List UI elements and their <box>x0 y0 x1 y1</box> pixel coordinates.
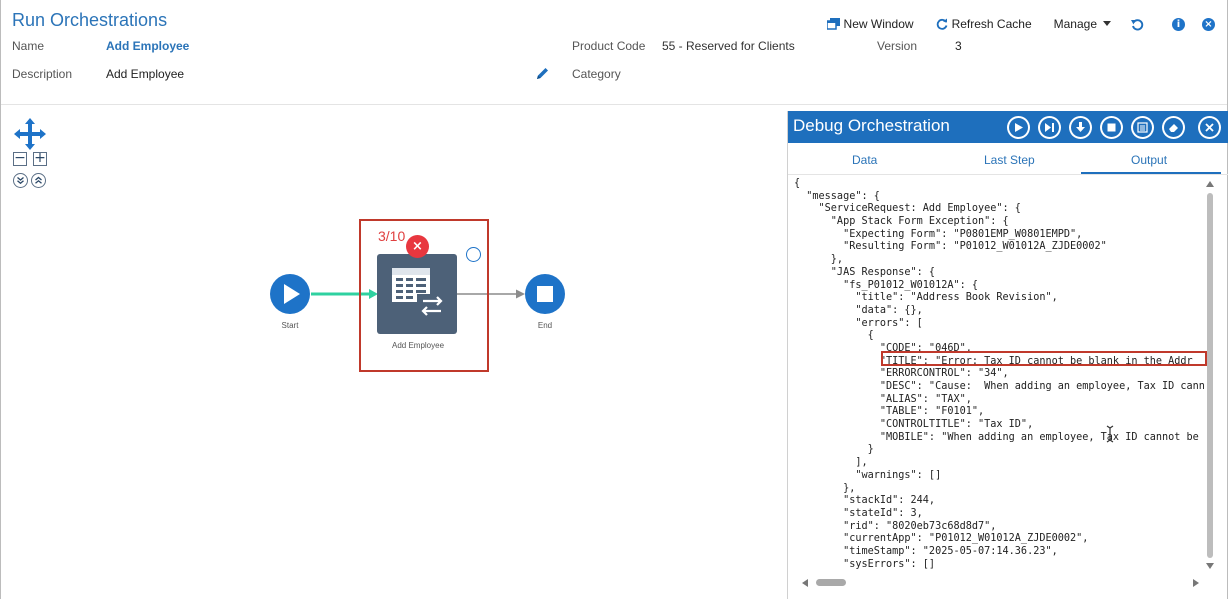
debug-panel: Debug Orchestration Data Last Step Outpu… <box>787 111 1228 599</box>
end-node[interactable] <box>525 274 565 314</box>
vertical-scrollbar-thumb[interactable] <box>1207 193 1213 558</box>
output-line: "ERRORCONTROL": "34", <box>794 368 1009 380</box>
output-line: "MOBILE": "When adding an employee, Tax … <box>794 431 1199 443</box>
header-toolbar: New Window Refresh Cache Manage i × <box>805 15 1215 33</box>
horizontal-scrollbar-thumb[interactable] <box>816 579 846 586</box>
debug-stop-button[interactable] <box>1100 116 1123 139</box>
play-icon <box>1015 123 1023 132</box>
output-line: "TABLE": "F0101", <box>794 406 985 418</box>
output-line: "message": { <box>794 190 880 202</box>
title-error-highlight <box>881 351 1207 366</box>
output-line: ], <box>794 457 868 469</box>
manage-label: Manage <box>1053 17 1097 31</box>
output-line: "stackId": 244, <box>794 495 936 507</box>
output-line: "title": "Address Book Revision", <box>794 292 1058 304</box>
output-line: "DESC": "Cause: When adding an employee,… <box>794 381 1205 392</box>
manage-menu[interactable]: Manage <box>1054 17 1111 31</box>
tab-last-step[interactable]: Last Step <box>984 153 1035 167</box>
output-line: "rid": "8020eb73c68d8d7", <box>794 520 997 532</box>
new-window-label: New Window <box>843 17 914 31</box>
scroll-left-arrow-icon[interactable] <box>801 578 809 588</box>
output-line: "Expecting Form": "P0801EMP_W0801EMPD", <box>794 228 1083 240</box>
stop-icon <box>1107 123 1116 132</box>
reload-button[interactable] <box>1131 18 1144 31</box>
output-line: }, <box>794 254 844 266</box>
debug-step-over-button[interactable] <box>1038 116 1061 139</box>
output-line: "sysErrors": [] <box>794 558 936 569</box>
stop-square-icon <box>537 286 553 302</box>
output-line: "currentApp": "P01012_W01012A_ZJDE0002", <box>794 533 1089 545</box>
output-line: { <box>794 330 874 342</box>
run-orchestrations-page: Run Orchestrations Name Add Employee Des… <box>0 0 1228 599</box>
output-line: "fs_P01012_W01012A": { <box>794 279 979 291</box>
output-line: { <box>794 178 801 189</box>
output-line: "Resulting Form": "P01012_W01012A_ZJDE00… <box>794 241 1107 253</box>
new-window-button[interactable]: New Window <box>826 17 914 31</box>
output-line: "stateId": 3, <box>794 507 923 519</box>
close-icon <box>1205 123 1214 132</box>
output-line: "warnings": [] <box>794 469 942 481</box>
version-label: Version <box>877 39 918 53</box>
debug-close-button[interactable] <box>1198 116 1221 139</box>
output-line: "JAS Response": { <box>794 266 936 278</box>
tab-data[interactable]: Data <box>852 153 877 167</box>
output-line: "ServiceRequest: Add Employee": { <box>794 203 1021 215</box>
end-node-label: End <box>537 321 553 330</box>
close-page-button[interactable]: × <box>1202 17 1215 31</box>
tab-output[interactable]: Output <box>1131 153 1167 167</box>
eraser-icon <box>1169 124 1178 132</box>
list-icon <box>1137 122 1148 133</box>
scroll-down-arrow-icon[interactable] <box>1205 562 1215 570</box>
scroll-right-arrow-icon[interactable] <box>1192 578 1200 588</box>
refresh-cache-button[interactable]: Refresh Cache <box>936 17 1032 31</box>
play-icon <box>284 284 300 304</box>
step-over-icon <box>1045 123 1054 132</box>
step-into-icon <box>1076 122 1085 132</box>
output-line: "errors": [ <box>794 317 923 329</box>
scroll-up-arrow-icon[interactable] <box>1205 180 1215 188</box>
refresh-cache-label: Refresh Cache <box>951 17 1032 31</box>
debug-clear-button[interactable] <box>1162 116 1185 139</box>
output-line: "data": {}, <box>794 304 923 316</box>
reload-icon <box>1131 18 1144 31</box>
info-button[interactable]: i <box>1172 17 1185 31</box>
debug-title: Debug Orchestration <box>793 116 950 135</box>
refresh-icon <box>936 18 948 30</box>
text-cursor-icon <box>1106 425 1114 443</box>
debug-tabs: Data Last Step Output <box>788 147 1228 175</box>
close-icon: × <box>1202 17 1215 31</box>
debug-list-button[interactable] <box>1131 116 1154 139</box>
version-value: 3 <box>955 39 962 53</box>
active-tab-indicator <box>1081 172 1221 174</box>
debug-step-into-button[interactable] <box>1069 116 1092 139</box>
new-window-icon <box>826 18 840 30</box>
output-json-viewer[interactable]: { "message": { "ServiceRequest: Add Empl… <box>794 178 1208 569</box>
caret-down-icon <box>1103 21 1111 27</box>
output-line: "CONTROLTITLE": "Tax ID", <box>794 419 1034 431</box>
tabs-baseline <box>788 174 1228 175</box>
info-icon: i <box>1172 17 1185 31</box>
debug-header: Debug Orchestration <box>788 111 1228 143</box>
output-line: "App Stack Form Exception": { <box>794 216 1009 228</box>
step-highlight-box <box>359 219 489 372</box>
output-line: }, <box>794 482 856 494</box>
start-node[interactable] <box>270 274 310 314</box>
output-line: "ALIAS": "TAX", <box>794 393 972 405</box>
output-line: } <box>794 444 874 456</box>
output-line: "timeStamp": "2025-05-07:14.36.23", <box>794 545 1058 557</box>
debug-run-button[interactable] <box>1007 116 1030 139</box>
start-node-label: Start <box>281 321 299 330</box>
